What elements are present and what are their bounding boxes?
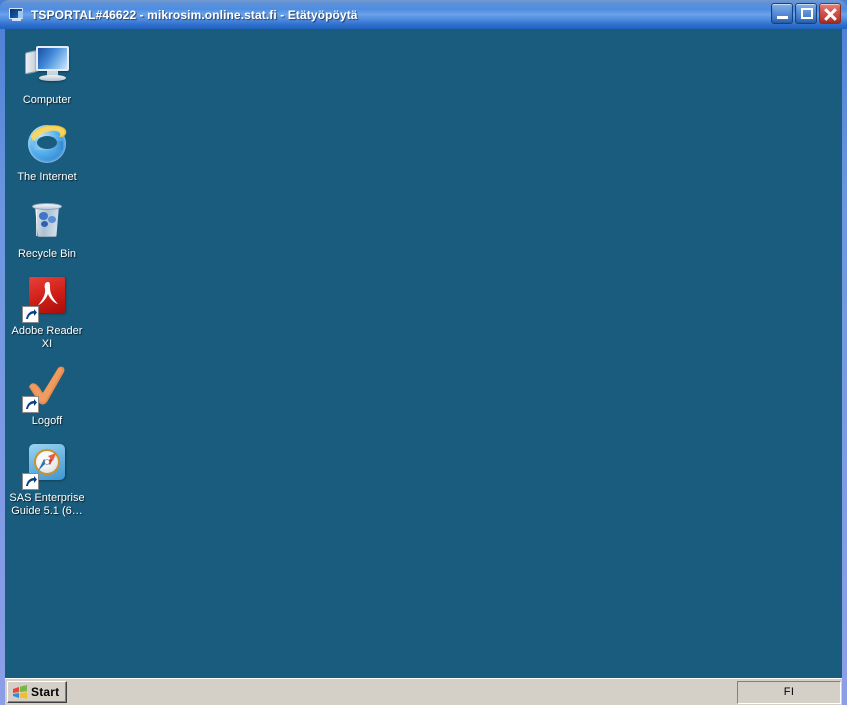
internet-explorer-icon	[23, 120, 71, 168]
start-button[interactable]: Start	[7, 681, 68, 703]
windows-flag-icon	[12, 684, 28, 700]
minimize-button[interactable]	[771, 3, 793, 24]
recycle-bin-icon	[23, 197, 71, 245]
minimize-icon	[777, 16, 788, 19]
shortcut-overlay-icon	[22, 473, 39, 490]
adobe-reader-icon	[22, 274, 71, 323]
system-tray[interactable]: FI	[737, 680, 841, 704]
desktop-icon-computer[interactable]: Computer	[5, 37, 89, 107]
maximize-button[interactable]	[795, 3, 817, 24]
shortcut-overlay-icon	[22, 396, 39, 413]
desktop-icon-adobe-reader[interactable]: Adobe Reader XI	[5, 268, 89, 351]
sas-enterprise-guide-icon	[22, 441, 71, 490]
shortcut-overlay-icon	[22, 306, 39, 323]
remote-desktop-window: TSPORTAL#46622 - mikrosim.online.stat.fi…	[0, 0, 847, 705]
desktop-icon-label: SAS Enterprise Guide 5.1 (6…	[9, 492, 85, 517]
desktop-icon-column: Computer The Internet Recycle Bin Adobe …	[5, 37, 89, 525]
start-button-label: Start	[31, 685, 60, 699]
desktop-icon-label: The Internet	[17, 171, 77, 183]
remote-desktop-surface[interactable]: Computer The Internet Recycle Bin Adobe …	[5, 29, 842, 678]
taskbar: Start FI	[5, 678, 842, 705]
taskbar-window-list[interactable]	[69, 681, 735, 703]
language-indicator[interactable]: FI	[784, 686, 794, 698]
desktop-icon-recycle-bin[interactable]: Recycle Bin	[5, 191, 89, 261]
desktop-icon-the-internet[interactable]: The Internet	[5, 114, 89, 184]
desktop-icon-label: Logoff	[31, 415, 63, 427]
remote-desktop-icon	[9, 7, 25, 22]
close-button[interactable]	[819, 3, 841, 24]
computer-monitor-icon	[23, 43, 71, 91]
maximize-icon	[801, 8, 813, 19]
checkmark-icon	[22, 364, 71, 413]
desktop-icon-label: Computer	[22, 94, 72, 106]
desktop-icon-label: Recycle Bin	[17, 248, 77, 260]
window-title: TSPORTAL#46622 - mikrosim.online.stat.fi…	[31, 7, 358, 22]
desktop-icon-sas-enterprise-guide[interactable]: SAS Enterprise Guide 5.1 (6…	[5, 435, 89, 518]
desktop-icon-label: Adobe Reader XI	[11, 325, 83, 350]
window-titlebar[interactable]: TSPORTAL#46622 - mikrosim.online.stat.fi…	[0, 0, 847, 29]
window-controls	[771, 3, 841, 24]
desktop-icon-logoff[interactable]: Logoff	[5, 358, 89, 428]
